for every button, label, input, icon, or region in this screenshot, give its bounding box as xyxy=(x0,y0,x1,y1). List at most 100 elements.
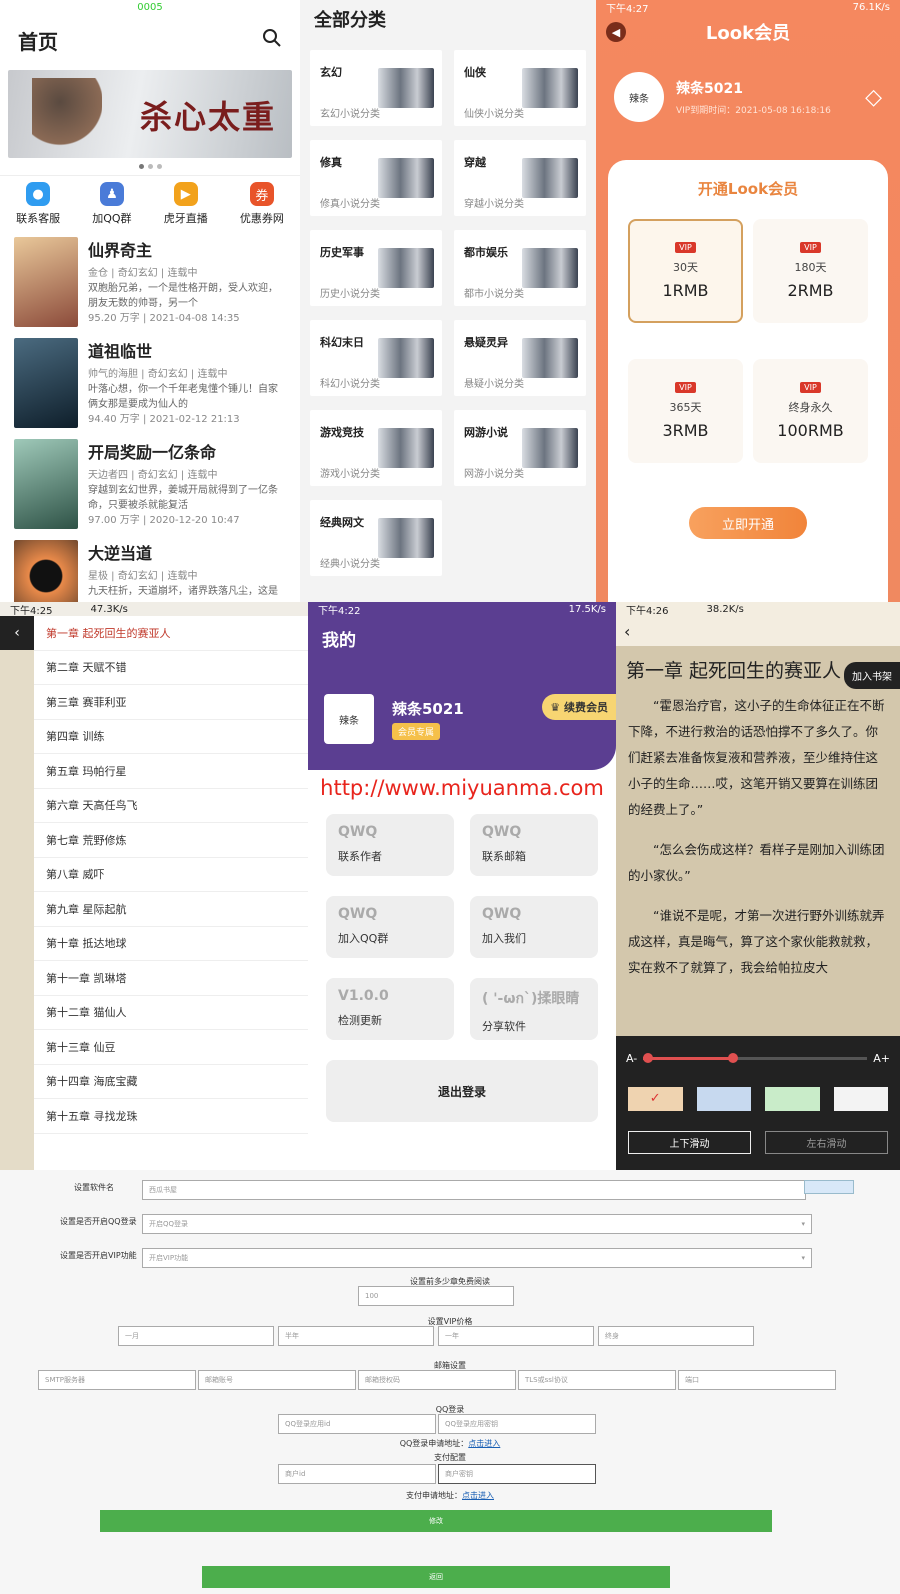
profile-card[interactable]: V1.0.0 检测更新 xyxy=(326,978,454,1040)
profile-card[interactable]: QWQ 联系作者 xyxy=(326,814,454,876)
back-icon[interactable]: ‹ xyxy=(0,616,34,650)
category-card[interactable]: 仙侠 仙侠小说分类 xyxy=(454,50,586,126)
qq-login-select[interactable]: 开启QQ登录 ▾ xyxy=(142,1214,812,1234)
category-card[interactable]: 经典网文 经典小说分类 xyxy=(310,500,442,576)
mail-tls-input[interactable]: TLS或ssl协议 xyxy=(518,1370,676,1390)
chapter-item[interactable]: 第六章 天高任鸟飞 xyxy=(34,789,308,823)
chapter-item[interactable]: 第一章 起死回生的赛亚人 xyxy=(34,616,308,651)
chapter-item[interactable]: 第八章 威吓 xyxy=(34,858,308,892)
add-to-shelf-button[interactable]: 加入书架 xyxy=(844,662,900,689)
chapter-item[interactable]: 第二章 天赋不错 xyxy=(34,651,308,685)
banner[interactable]: 杀心太重 xyxy=(8,70,292,158)
category-card[interactable]: 都市娱乐 都市小说分类 xyxy=(454,230,586,306)
profile-screen: 下午4:22 17.5K/s 我的 辣条 辣条5021 会员专属 ♛ 续费会员 htt… xyxy=(308,602,616,1170)
theme-swatch[interactable] xyxy=(765,1087,820,1111)
mail-port-input[interactable]: 端口 xyxy=(678,1370,836,1390)
smtp-input[interactable]: SMTP服务器 xyxy=(38,1370,196,1390)
plan-option[interactable]: VIP 终身永久 100RMB xyxy=(753,359,868,463)
profile-card[interactable]: QWQ 联系邮箱 xyxy=(470,814,598,876)
back-icon[interactable]: ◀ xyxy=(606,22,626,42)
book-item[interactable]: 道祖临世 帅气的海胆 | 奇幻玄幻 | 连载中 叶落心想，你一个千年老鬼懂个锤儿！自… xyxy=(0,333,300,434)
category-card[interactable]: 修真 修真小说分类 xyxy=(310,140,442,216)
save-button[interactable]: 修改 xyxy=(100,1510,772,1532)
quick-link-service[interactable]: ● 联系客服 xyxy=(16,182,60,226)
merchant-key-input[interactable]: 商户密钥 xyxy=(438,1464,596,1484)
reader-controls: A- A+ ✓ 上下滑动 左右滑动 xyxy=(616,1036,900,1170)
book-item[interactable]: 开局奖励一亿条命 天边者四 | 奇幻玄幻 | 连载中 穿越到玄幻世界，姜城开局就得到… xyxy=(0,434,300,535)
category-card[interactable]: 悬疑灵异 悬疑小说分类 xyxy=(454,320,586,396)
chapter-item[interactable]: 第七章 荒野修炼 xyxy=(34,823,308,858)
quick-link-qq[interactable]: ♟ 加QQ群 xyxy=(92,182,132,226)
reader-background: ‹ xyxy=(0,616,34,1170)
quick-link-live[interactable]: ▶ 虎牙直播 xyxy=(164,182,208,226)
chapter-item[interactable]: 第十二章 猫仙人 xyxy=(34,996,308,1030)
category-card[interactable]: 科幻末日 科幻小说分类 xyxy=(310,320,442,396)
back-icon[interactable]: ‹ xyxy=(616,616,900,646)
category-card[interactable]: 网游小说 网游小说分类 xyxy=(454,410,586,486)
profile-card[interactable]: QWQ 加入我们 xyxy=(470,896,598,958)
app-name-input[interactable]: 西瓜书屋 xyxy=(142,1180,806,1200)
qq-appid-input[interactable]: QQ登录应用id xyxy=(278,1414,436,1434)
price-year-input[interactable]: 一年 xyxy=(438,1326,594,1346)
book-item[interactable]: 大逆当道星极 | 奇幻玄幻 | 连载中九天枉折，天道崩坏，诸界跌落凡尘，这是一 xyxy=(0,535,300,602)
theme-swatch[interactable] xyxy=(696,1087,751,1111)
chapter-item[interactable]: 第四章 训练 xyxy=(34,720,308,754)
pay-apply-link[interactable]: 点击进入 xyxy=(462,1491,494,1500)
paragraph: “怎么会伤成这样？看样子是刚加入训练团的小家伙。” xyxy=(628,842,885,883)
price-month-input[interactable]: 一月 xyxy=(118,1326,274,1346)
page-title: 全部分类 xyxy=(314,10,386,31)
mode-horizontal[interactable]: 左右滑动 xyxy=(765,1131,888,1154)
buy-button[interactable]: 立即开通 xyxy=(689,507,807,539)
free-chapters-input[interactable]: 100 xyxy=(358,1286,514,1306)
category-card[interactable]: 玄幻 玄幻小说分类 xyxy=(310,50,442,126)
book-meta: 金仓 | 奇幻玄幻 | 连载中 xyxy=(88,268,198,279)
merchant-id-input[interactable]: 商户id xyxy=(278,1464,436,1484)
member-tag: 会员专属 xyxy=(392,723,441,740)
status-net: 47.3K/s xyxy=(90,603,128,615)
category-card[interactable]: 穿越 穿越小说分类 xyxy=(454,140,586,216)
chapter-item[interactable]: 第三章 赛菲利亚 xyxy=(34,685,308,720)
search-icon[interactable] xyxy=(262,28,282,52)
quick-link-coupon[interactable]: 券优惠券网 xyxy=(240,182,284,226)
mode-vertical[interactable]: 上下滑动 xyxy=(628,1131,751,1154)
back-button[interactable]: 返回 xyxy=(202,1566,670,1588)
font-size-slider[interactable]: A- A+ xyxy=(616,1036,900,1081)
book-item[interactable]: 仙界奇主 金仓 | 奇幻玄幻 | 连载中 双胞胎兄弟，一个是性格开朗，受人欢迎，朋友… xyxy=(0,232,300,333)
price-halfyear-input[interactable]: 半年 xyxy=(278,1326,434,1346)
chapter-item[interactable]: 第十五章 寻找龙珠 xyxy=(34,1099,308,1134)
price-lifetime-input[interactable]: 终身 xyxy=(598,1326,754,1346)
plan-days: 365天 xyxy=(669,401,702,414)
plan-option[interactable]: VIP 30天 1RMB xyxy=(628,219,743,323)
card-value: QWQ xyxy=(338,824,378,840)
theme-swatch[interactable]: ✓ xyxy=(628,1087,683,1111)
status-time: 下午4:22 xyxy=(318,605,361,617)
chevron-down-icon: ▾ xyxy=(801,1254,805,1262)
chapter-item[interactable]: 第五章 玛帕行星 xyxy=(34,754,308,789)
home-screen: 0005 首页 杀心太重 ● 联系客服 ♟ 加QQ群 ▶ 虎牙直播 券优惠券网 仙界奇… xyxy=(0,0,300,602)
chapter-item[interactable]: 第九章 星际起航 xyxy=(34,892,308,927)
category-card[interactable]: 游戏竞技 游戏小说分类 xyxy=(310,410,442,486)
profile-card[interactable]: QWQ 加入QQ群 xyxy=(326,896,454,958)
upload-icon[interactable] xyxy=(804,1180,854,1194)
book-stats: 97.00 万字 | 2020-12-20 10:47 xyxy=(88,515,240,526)
chapter-item[interactable]: 第十三章 仙豆 xyxy=(34,1030,308,1065)
profile-card[interactable]: ( '-ωก`)揉眼睛 分享软件 xyxy=(470,978,598,1040)
theme-swatch[interactable] xyxy=(833,1087,888,1111)
category-card[interactable]: 历史军事 历史小说分类 xyxy=(310,230,442,306)
mail-account-input[interactable]: 邮箱账号 xyxy=(198,1370,356,1390)
chapter-item[interactable]: 第十章 抵达地球 xyxy=(34,927,308,961)
book-cover xyxy=(14,338,78,428)
renew-button[interactable]: ♛ 续费会员 xyxy=(542,694,616,720)
chapter-list-screen: 下午4:25 47.3K/s ‹ 第一章 起死回生的赛亚人 第二章 天赋不错 第三章 … xyxy=(0,602,308,1170)
chapter-item[interactable]: 第十四章 海底宝藏 xyxy=(34,1065,308,1099)
vip-feature-select[interactable]: 开启VIP功能 ▾ xyxy=(142,1248,812,1268)
plan-option[interactable]: VIP 180天 2RMB xyxy=(753,219,868,323)
qq-apply-link[interactable]: 点击进入 xyxy=(468,1439,500,1448)
coupon-icon: 券 xyxy=(249,182,274,206)
plan-option[interactable]: VIP 365天 3RMB xyxy=(628,359,743,463)
qq-appkey-input[interactable]: QQ登录应用密钥 xyxy=(438,1414,596,1434)
pay-apply-text: 支付申请地址：点击进入 xyxy=(406,1491,494,1500)
mail-auth-input[interactable]: 邮箱授权码 xyxy=(358,1370,516,1390)
chapter-item[interactable]: 第十一章 凯琳塔 xyxy=(34,961,308,996)
logout-button[interactable]: 退出登录 xyxy=(326,1060,598,1122)
